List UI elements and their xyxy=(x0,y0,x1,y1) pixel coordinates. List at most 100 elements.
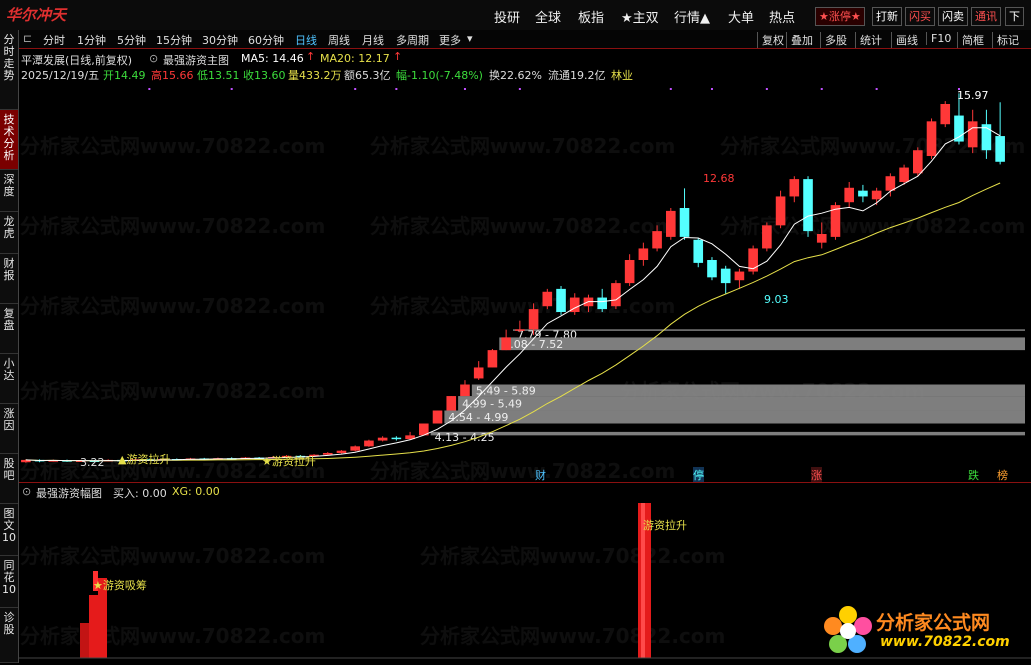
candle[interactable] xyxy=(652,225,662,252)
candle[interactable] xyxy=(569,293,580,315)
tag-next[interactable]: 下 xyxy=(1005,7,1024,26)
candle[interactable] xyxy=(748,245,758,275)
candle[interactable] xyxy=(666,208,676,240)
nav-main-dual[interactable]: ★主双 xyxy=(621,7,659,26)
nav-big-order[interactable]: 大单 xyxy=(728,7,754,26)
nav-invest-research[interactable]: 投研 xyxy=(494,7,520,26)
candle[interactable] xyxy=(830,202,841,240)
period-5min[interactable]: 5分钟 xyxy=(117,32,146,48)
candle[interactable] xyxy=(638,242,649,266)
candle[interactable] xyxy=(501,329,511,351)
candle[interactable] xyxy=(473,361,484,380)
tag-flash-sell[interactable]: 闪卖 xyxy=(938,7,968,26)
tool-mark[interactable]: 标记 xyxy=(992,32,1019,48)
period-30min[interactable]: 30分钟 xyxy=(202,32,238,48)
sidebar-item-review[interactable]: 复盘 xyxy=(0,304,18,354)
sidebar-item-xiaoda[interactable]: 小达 xyxy=(0,354,18,404)
candle[interactable] xyxy=(432,410,443,424)
candle[interactable] xyxy=(940,101,951,128)
period-multi[interactable]: 多周期 xyxy=(396,32,429,48)
period-daily[interactable]: 日线 xyxy=(295,32,317,48)
candle[interactable] xyxy=(542,288,553,310)
candle[interactable] xyxy=(707,257,717,281)
tag-telecom[interactable]: 通讯 xyxy=(971,7,1001,26)
candle[interactable] xyxy=(720,265,731,294)
tool-overlay[interactable]: 叠加 xyxy=(786,32,813,48)
candle-body xyxy=(775,196,786,226)
more-dropdown-icon[interactable]: ▾ xyxy=(467,32,473,45)
period-monthly[interactable]: 月线 xyxy=(362,32,384,48)
candle-body xyxy=(858,190,868,197)
candle-body xyxy=(391,437,402,440)
tool-statistics[interactable]: 统计 xyxy=(855,32,882,48)
period-weekly[interactable]: 周线 xyxy=(328,32,350,48)
sidebar-item-depth[interactable]: 深度 xyxy=(0,170,18,212)
candle[interactable] xyxy=(611,280,621,310)
event-mark-finance[interactable]: 财 xyxy=(535,467,546,483)
candle[interactable] xyxy=(762,222,772,252)
candle[interactable] xyxy=(734,268,745,289)
sidebar-item-tech-analysis[interactable]: 技术分析 xyxy=(0,110,18,170)
candle-body xyxy=(940,104,951,125)
candle-body xyxy=(720,268,731,284)
tool-simple-frame[interactable]: 简框 xyxy=(957,32,984,48)
tool-f10[interactable]: F10 xyxy=(926,32,951,45)
candle[interactable] xyxy=(350,445,360,452)
period-1min[interactable]: 1分钟 xyxy=(77,32,106,48)
candle[interactable] xyxy=(460,380,470,397)
candle[interactable] xyxy=(597,288,607,312)
candle[interactable] xyxy=(391,436,402,441)
sidebar-item-graphic[interactable]: 图文10 xyxy=(0,504,18,556)
candle[interactable] xyxy=(377,436,388,442)
sidebar-item-tonghua[interactable]: 同花10 xyxy=(0,556,18,608)
nav-hotspot[interactable]: 热点 xyxy=(769,7,795,26)
event-mark-halt[interactable]: 停 xyxy=(693,467,704,483)
tag-flash-buy[interactable]: 闪买 xyxy=(905,7,935,26)
collapse-icon[interactable]: ⊏ xyxy=(23,32,32,45)
event-mark-list[interactable]: 榜 xyxy=(997,467,1008,483)
sidebar-item-dragon-tiger[interactable]: 龙虎 xyxy=(0,212,18,254)
tool-rights-adjust[interactable]: 复权 xyxy=(757,32,784,48)
sidebar-item-diagnose[interactable]: 诊股 xyxy=(0,608,18,663)
period-timeshare[interactable]: 分时 xyxy=(43,32,65,48)
event-mark-drop[interactable]: 跌 xyxy=(968,467,979,483)
candle[interactable] xyxy=(336,450,347,454)
tag-limit-up[interactable]: ★涨停★ xyxy=(815,7,865,26)
candle-body xyxy=(707,260,717,278)
candle[interactable] xyxy=(679,188,690,240)
event-mark-limit-up[interactable]: 涨 xyxy=(811,467,822,483)
sidebar-item-time-share[interactable]: 分时走势 xyxy=(0,30,18,110)
tag-ipo[interactable]: 打新 xyxy=(872,7,902,26)
nav-market[interactable]: 行情▲ xyxy=(674,7,710,26)
candle[interactable] xyxy=(858,184,868,203)
candle[interactable] xyxy=(624,254,635,286)
candle[interactable] xyxy=(926,118,937,159)
candle[interactable] xyxy=(515,320,525,333)
candle[interactable] xyxy=(816,222,827,249)
candle[interactable] xyxy=(364,439,374,447)
sidebar-item-limit-reason[interactable]: 涨因 xyxy=(0,404,18,454)
sidebar-item-forum[interactable]: 股吧 xyxy=(0,454,18,504)
candle[interactable] xyxy=(693,238,704,268)
candle[interactable] xyxy=(967,109,978,154)
candle-body xyxy=(515,329,525,331)
tool-draw-line[interactable]: 画线 xyxy=(891,32,918,48)
candle[interactable] xyxy=(446,396,457,411)
candle[interactable] xyxy=(981,109,992,159)
candle-body xyxy=(693,239,704,263)
candle[interactable] xyxy=(487,348,498,368)
candlestick-chart[interactable]: 7.79 - 7.807.08 - 7.525.49 - 5.894.99 - … xyxy=(19,48,1025,482)
tool-multi-stock[interactable]: 多股 xyxy=(820,32,847,48)
candle[interactable] xyxy=(556,286,566,315)
nav-board-index[interactable]: 板指 xyxy=(578,7,604,26)
candle[interactable] xyxy=(789,176,800,203)
sidebar-item-financial[interactable]: 财报 xyxy=(0,254,18,304)
candle[interactable] xyxy=(885,173,896,197)
nav-global[interactable]: 全球 xyxy=(535,7,561,26)
period-15min[interactable]: 15分钟 xyxy=(156,32,192,48)
period-60min[interactable]: 60分钟 xyxy=(248,32,284,48)
candle[interactable] xyxy=(844,182,854,208)
period-more[interactable]: 更多 xyxy=(439,32,461,48)
candle[interactable] xyxy=(803,176,813,237)
candle[interactable] xyxy=(775,190,786,229)
